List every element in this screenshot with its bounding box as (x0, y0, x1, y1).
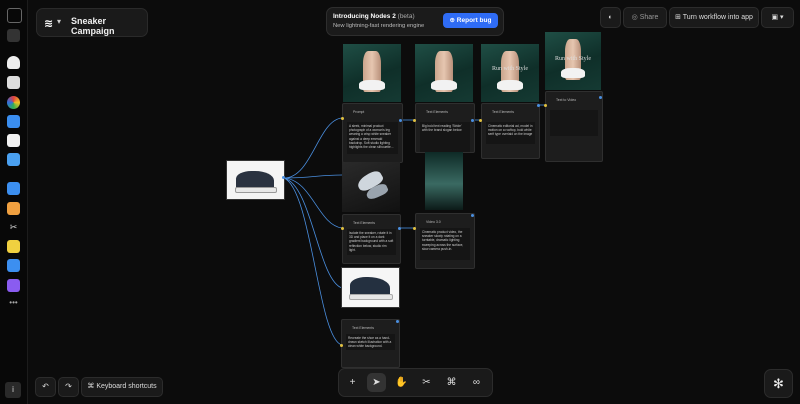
node-title: Text Elements (492, 110, 514, 114)
node-text[interactable]: Big bold text reading 'Stride' with the … (420, 122, 470, 152)
generated-video-gradient[interactable] (425, 152, 463, 210)
banner-subtitle: New lightning-fast rendering engine (333, 23, 425, 29)
text-elements-node-7[interactable]: Text Elements Recreate the shoe as a han… (341, 319, 400, 368)
node-text[interactable]: Isolate the sneaker, rotate it in 3D and… (347, 229, 396, 255)
redo-button[interactable]: ↷ (58, 377, 79, 397)
layout-icon[interactable]: ⌘ (442, 373, 461, 392)
banner-title: Introducing Nodes 2 (beta) (333, 13, 415, 20)
keyboard-shortcuts-button[interactable]: ⌘ Keyboard shortcuts (81, 377, 163, 397)
text-elements-node-5[interactable]: Text Elements Isolate the sneaker, rotat… (342, 214, 401, 264)
video-node-6[interactable]: Video 3.0 Cinematic product video, the s… (415, 213, 475, 269)
output-port[interactable] (471, 119, 474, 122)
text-to-video-node-4[interactable]: Text to Video (545, 91, 603, 162)
share-button[interactable]: ◎ Share (623, 7, 667, 28)
add-icon[interactable]: + (343, 373, 362, 392)
more-icon[interactable]: ••• (7, 298, 20, 311)
node-text[interactable] (550, 110, 598, 136)
assistant-icon[interactable]: ✻ (764, 369, 793, 398)
node-title: Text Elements (426, 110, 448, 114)
output-port[interactable] (537, 104, 540, 107)
project-selector[interactable]: ≋ ▾ Sneaker Campaign (36, 8, 148, 37)
node-text[interactable]: Cinematic product video, the sneaker slo… (420, 228, 470, 260)
color-icon[interactable] (7, 96, 20, 109)
sneaker-sole (235, 187, 277, 193)
generated-image-2[interactable] (415, 44, 473, 102)
node-title: Video 3.0 (426, 220, 441, 224)
select-icon[interactable]: ➤ (367, 373, 386, 392)
image-overlay-text: Run with Style (491, 66, 528, 72)
pen-icon[interactable] (7, 76, 20, 89)
project-name: Sneaker Campaign (71, 16, 115, 36)
output-port[interactable] (398, 227, 401, 230)
shoe-shape (431, 79, 457, 91)
docs-icon[interactable] (7, 182, 20, 195)
generated-image-rotated-shoe[interactable] (342, 162, 400, 212)
generated-image-sneaker-photo[interactable] (341, 267, 400, 308)
text-elements-node-2[interactable]: Text Elements Big bold text reading 'Str… (415, 103, 475, 153)
chevron-down-icon: ▾ (57, 17, 62, 26)
theme-toggle-button[interactable]: ◐ (600, 7, 621, 28)
star-icon[interactable] (7, 240, 20, 253)
input-port[interactable] (413, 227, 416, 230)
undo-button[interactable]: ↶ (35, 377, 56, 397)
sneaker-sole (349, 294, 393, 300)
output-port[interactable] (471, 214, 474, 217)
brush-icon[interactable] (7, 56, 20, 69)
square-icon[interactable] (7, 134, 20, 147)
shoe-shape (560, 67, 586, 79)
node-text[interactable]: Cinematic editorial ad, model in motion … (486, 122, 535, 144)
input-port[interactable] (479, 119, 482, 122)
source-sneaker-image[interactable] (226, 160, 285, 200)
hand-icon[interactable]: ✋ (392, 373, 411, 392)
app-logo-icon: ≋ (44, 18, 54, 30)
text-elements-node-3[interactable]: Text Elements Cinematic editorial ad, mo… (481, 103, 540, 159)
text-icon[interactable] (7, 279, 20, 292)
input-port[interactable] (544, 104, 547, 107)
node-title: Text to Video (556, 98, 577, 102)
scissors-icon[interactable]: ✂ (417, 373, 436, 392)
generated-image-3[interactable]: Run with Style (481, 44, 539, 102)
shoe-shape (359, 79, 385, 91)
layers-icon[interactable] (7, 29, 20, 42)
left-rail: ✂ ••• i (0, 0, 28, 404)
announcement-banner: Introducing Nodes 2 (beta) New lightning… (326, 7, 504, 36)
shoe-shape (497, 79, 523, 91)
tools-icon[interactable]: ✂ (7, 221, 20, 234)
turn-workflow-into-app-button[interactable]: ⊞ Turn workflow into app (669, 7, 759, 28)
generated-image-1[interactable] (343, 44, 401, 102)
arrow-icon[interactable] (7, 259, 20, 272)
info-icon[interactable]: i (5, 382, 21, 398)
input-port[interactable] (341, 227, 344, 230)
generated-image-4[interactable]: Run with Style (545, 32, 601, 90)
connect-icon[interactable]: ∞ (467, 373, 486, 392)
output-port[interactable] (399, 119, 402, 122)
history-icon[interactable] (7, 202, 20, 215)
image-icon[interactable] (7, 115, 20, 128)
output-port[interactable] (599, 96, 602, 99)
home-icon[interactable] (7, 8, 22, 23)
folder-icon[interactable] (7, 153, 20, 166)
input-port[interactable] (340, 344, 343, 347)
report-bug-button[interactable]: ⊕ Report bug (443, 13, 498, 28)
node-text[interactable]: Recreate the shoe as a hand-drawn sketch… (346, 334, 395, 350)
node-title: Text Elements (352, 326, 374, 330)
prompt-node-1[interactable]: Prompt A sleek, minimal product photogra… (342, 103, 403, 163)
node-title: Text Elements (353, 221, 375, 225)
node-title: Prompt (353, 110, 365, 114)
input-port[interactable] (341, 117, 344, 120)
node-text[interactable]: A sleek, minimal product photograph of a… (347, 122, 398, 154)
input-port[interactable] (413, 119, 416, 122)
canvas-toolbar: + ➤ ✋ ✂ ⌘ ∞ (338, 368, 493, 397)
view-options-button[interactable]: ▣ ▾ (761, 7, 794, 28)
output-port[interactable] (396, 320, 399, 323)
output-port[interactable] (282, 176, 285, 179)
image-overlay-text: Run with Style (554, 56, 591, 62)
